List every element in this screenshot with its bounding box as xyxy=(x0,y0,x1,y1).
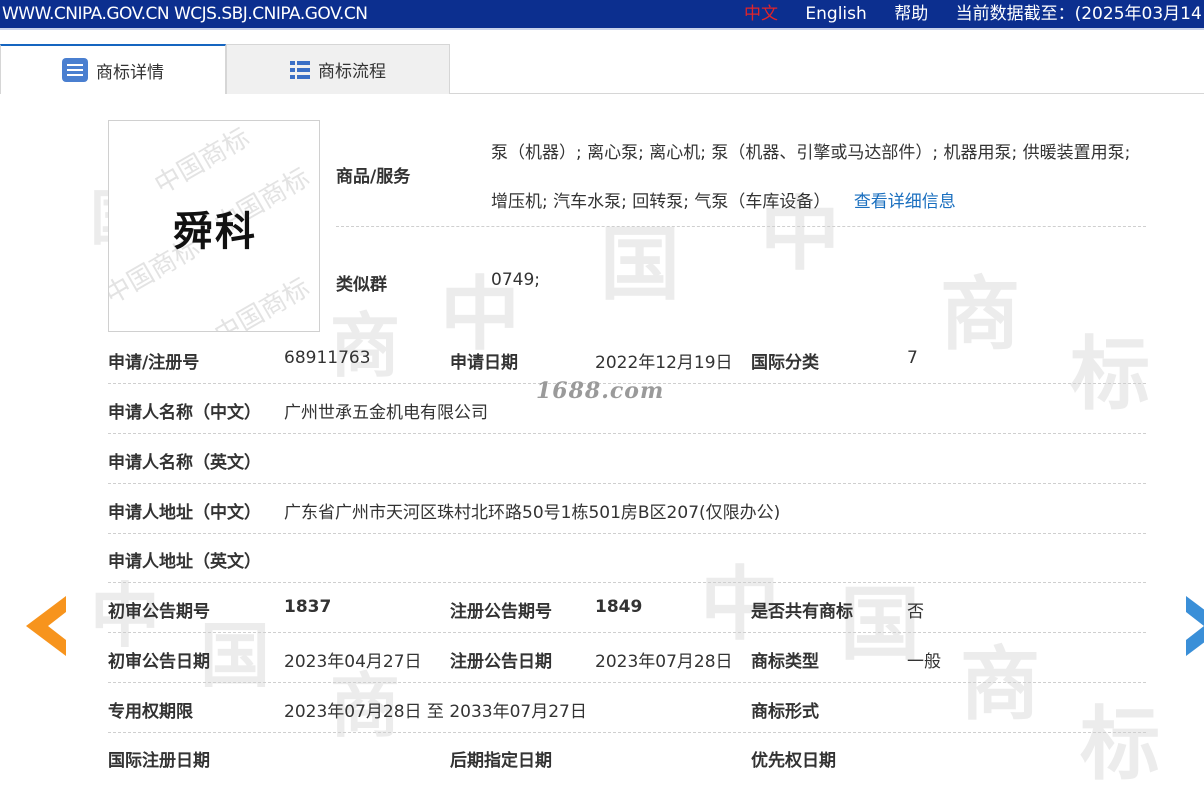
trademark-image: 中国商标 中国商标 中国商标 中国商标 舜科 xyxy=(108,120,320,332)
apply-date-value: 2022年12月19日 xyxy=(595,353,733,373)
reg-no-value: 68911763 xyxy=(284,348,371,368)
exclusive-term-label: 专用权期限 xyxy=(108,702,193,722)
mark-type-value: 一般 xyxy=(907,652,941,672)
divider xyxy=(108,682,1146,683)
priority-date-label: 优先权日期 xyxy=(751,751,836,771)
address-en-label: 申请人地址（英文） xyxy=(108,552,261,572)
trademark-logo-text: 舜科 xyxy=(173,208,257,255)
intl-reg-date-label: 国际注册日期 xyxy=(108,751,210,771)
similar-group-label: 类似群 xyxy=(336,275,387,295)
list-icon xyxy=(290,60,310,79)
divider xyxy=(108,632,1146,633)
goods-services-line1: 泵（机器）; 离心泵; 离心机; 泵（机器、引擎或马达部件）; 机器用泵; 供暖… xyxy=(491,143,1131,163)
next-arrow-icon[interactable] xyxy=(1186,596,1204,656)
tab-trademark-process-label: 商标流程 xyxy=(318,62,386,82)
mark-type-label: 商标类型 xyxy=(751,652,819,672)
applicant-en-label: 申请人名称（英文） xyxy=(108,453,261,473)
tab-divider xyxy=(450,93,1204,94)
similar-group-value: 0749; xyxy=(491,270,540,290)
divider xyxy=(108,582,1146,583)
document-list-icon xyxy=(62,58,88,82)
site-urls: WWW.CNIPA.GOV.CN WCJS.SBJ.CNIPA.GOV.CN xyxy=(2,4,368,24)
intl-class-label: 国际分类 xyxy=(751,353,819,373)
reg-pub-date-label: 注册公告日期 xyxy=(450,652,552,672)
tab-trademark-detail[interactable]: 商标详情 xyxy=(0,44,226,94)
lang-english-link[interactable]: English xyxy=(805,4,866,24)
tab-trademark-process[interactable]: 商标流程 xyxy=(226,44,450,94)
intl-class-value: 7 xyxy=(907,348,918,368)
prelim-no-value: 1837 xyxy=(284,597,332,617)
tab-trademark-detail-label: 商标详情 xyxy=(96,62,164,83)
watermark-1688: 1688.com xyxy=(536,378,665,404)
divider xyxy=(108,732,1146,733)
data-date-text: 当前数据截至：(2025年03月14日) xyxy=(955,4,1204,24)
goods-services-line2: 增压机; 汽车水泵; 回转泵; 气泵（车库设备） 查看详细信息 xyxy=(491,187,956,212)
goods-services-text: 增压机; 汽车水泵; 回转泵; 气泵（车库设备） xyxy=(491,192,831,212)
reg-pub-no-label: 注册公告期号 xyxy=(450,602,552,622)
divider xyxy=(108,483,1146,484)
help-link[interactable]: 帮助 xyxy=(894,4,928,24)
apply-date-label: 申请日期 xyxy=(450,353,518,373)
shared-mark-label: 是否共有商标 xyxy=(751,602,853,622)
reg-pub-no-value: 1849 xyxy=(595,597,643,617)
address-cn-value: 广东省广州市天河区珠村北环路50号1栋501房B区207(仅限办公) xyxy=(284,503,781,523)
divider xyxy=(108,433,1146,434)
exclusive-term-value: 2023年07月28日 至 2033年07月27日 xyxy=(284,702,587,722)
prelim-no-label: 初审公告期号 xyxy=(108,602,210,622)
applicant-cn-value: 广州世承五金机电有限公司 xyxy=(284,403,488,423)
applicant-cn-label: 申请人名称（中文） xyxy=(108,403,261,423)
tab-bar: 商标详情 商标流程 xyxy=(0,30,1204,94)
view-details-link[interactable]: 查看详细信息 xyxy=(854,192,956,212)
divider xyxy=(108,533,1146,534)
reg-pub-date-value: 2023年07月28日 xyxy=(595,652,733,672)
address-cn-label: 申请人地址（中文） xyxy=(108,503,261,523)
top-bar: WWW.CNIPA.GOV.CN WCJS.SBJ.CNIPA.GOV.CN 中… xyxy=(0,0,1204,30)
later-designation-label: 后期指定日期 xyxy=(450,751,552,771)
prelim-date-value: 2023年04月27日 xyxy=(284,652,422,672)
top-bar-right: 中文 English 帮助 当前数据截至：(2025年03月14日) xyxy=(744,0,1204,28)
divider xyxy=(336,226,1146,227)
goods-services-label: 商品/服务 xyxy=(336,167,411,187)
reg-no-label: 申请/注册号 xyxy=(108,353,200,373)
previous-arrow-icon[interactable] xyxy=(26,596,66,656)
lang-chinese-link[interactable]: 中文 xyxy=(744,4,778,24)
shared-mark-value: 否 xyxy=(907,602,924,622)
mark-form-label: 商标形式 xyxy=(751,702,819,722)
prelim-date-label: 初审公告日期 xyxy=(108,652,210,672)
